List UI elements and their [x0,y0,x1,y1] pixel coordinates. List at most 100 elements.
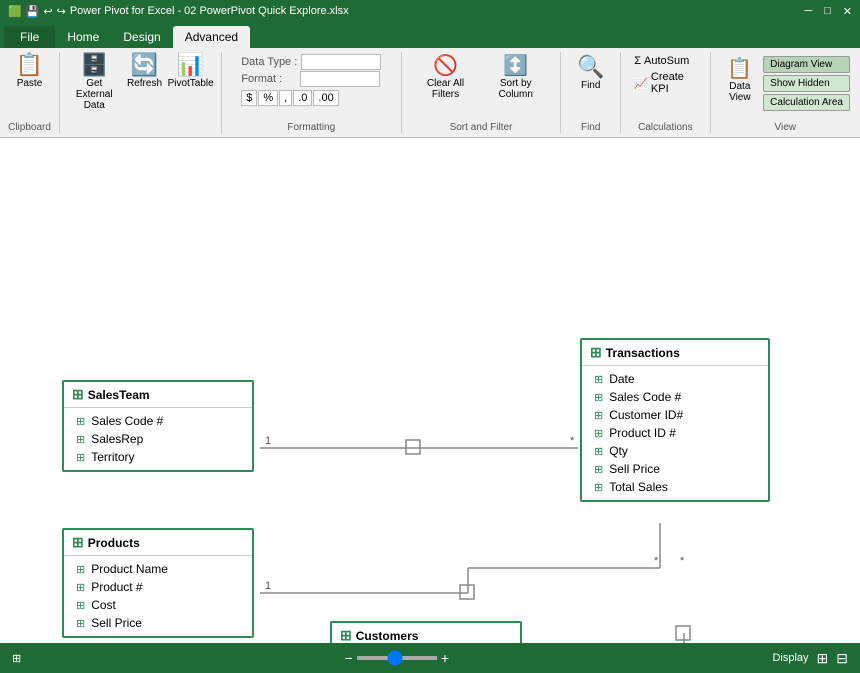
trans-customerid: Customer ID# [609,408,683,422]
paste-icon: 📋 [16,54,43,76]
clear-all-filters-button[interactable]: 🚫 Clear All Filters [412,54,479,102]
trans-productid: Product ID # [609,426,676,440]
data-type-input[interactable] [301,54,381,70]
products-title: Products [88,536,140,550]
get-external-data-button[interactable]: 🗄️ Get ExternalData [66,52,123,113]
data-type-row: Data Type : [241,54,381,70]
salesteam-field-2: ⊞ SalesRep [64,430,252,448]
svg-text:*: * [654,555,659,567]
currency-button[interactable]: $ [241,90,257,106]
svg-text:1: 1 [265,580,271,592]
show-hidden-button[interactable]: Show Hidden [763,75,850,92]
customers-table[interactable]: ⊞ Customers ⊞ Customers ⊞ Customer ID# [330,621,522,643]
dec-increase-button[interactable]: .0 [293,90,312,106]
sort-filter-buttons: 🚫 Clear All Filters ↕️ Sort by Column [408,52,554,104]
external-data-icon: 🗄️ [81,54,108,76]
zoom-slider[interactable] [357,656,437,660]
find-label: Find [581,80,600,91]
pivottable-button[interactable]: 📊 PivotTable [167,52,215,91]
ribbon-group-clipboard: 📋 Paste Clipboard [0,52,60,133]
customers-title: Customers [356,629,419,643]
format-input[interactable] [300,71,380,87]
ribbon-group-external: 🗄️ Get ExternalData 🔄 Refresh 📊 PivotTab… [60,52,222,133]
view-label: View [775,120,797,133]
trans-field-qty: ⊞ Qty [582,442,768,460]
percent-button[interactable]: % [258,90,278,106]
diagram-canvas: 1 * 1 * * 1 ⊞ SalesTeam ⊞ Sales Code # [0,138,860,643]
quick-access-save[interactable]: 💾 [26,5,40,18]
find-button[interactable]: 🔍 Find [571,54,611,93]
format-row: Format : [241,71,381,87]
quick-access-undo[interactable]: ↩ [43,5,52,18]
create-kpi-button[interactable]: 📈 Create KPI [631,70,699,96]
kpi-icon: 📈 [634,77,648,90]
products-field-number: Product # [91,580,142,594]
products-field-4: ⊞ Sell Price [64,614,252,632]
pivottable-label: PivotTable [168,78,214,89]
paste-button[interactable]: 📋 Paste [10,52,50,91]
data-view-label: Data View [725,81,756,103]
ribbon-tabs: File Home Design Advanced [0,22,860,48]
status-right: Display ⊞ ⊟ [772,650,848,667]
title-icons: 🟩 💾 ↩ ↪ Power Pivot for Excel - 02 Power… [8,5,349,18]
svg-text:*: * [680,555,685,567]
tab-home[interactable]: Home [55,26,111,48]
trans-field-salescode: ⊞ Sales Code # [582,388,768,406]
autosum-button[interactable]: Σ AutoSum [631,54,699,68]
status-layout-icon[interactable]: ⊟ [836,650,848,667]
trans-qty: Qty [609,444,628,458]
products-header: ⊞ Products [64,530,252,556]
clipboard-label: Clipboard [8,120,51,133]
tab-design[interactable]: Design [111,26,172,48]
trans-field-sellprice: ⊞ Sell Price [582,460,768,478]
transactions-table-icon: ⊞ [590,344,602,361]
tab-file[interactable]: File [4,26,55,48]
find-section: 🔍 Find [565,52,617,95]
data-type-label: Data Type : [241,56,297,68]
salesteam-table[interactable]: ⊞ SalesTeam ⊞ Sales Code # ⊞ SalesRep ⊞ … [62,380,254,472]
svg-text:*: * [570,435,575,447]
ribbon: 📋 Paste Clipboard 🗄️ Get ExternalData 🔄 … [0,48,860,138]
sort-icon: ↕️ [503,56,528,76]
refresh-button[interactable]: 🔄 Refresh [125,52,165,91]
kpi-label: Create KPI [651,71,697,95]
salesteam-field-territory: Territory [91,450,134,464]
pivottable-icon: 📊 [177,54,204,76]
clipboard-buttons: 📋 Paste [10,52,50,120]
products-table[interactable]: ⊞ Products ⊞ Product Name ⊞ Product # ⊞ … [62,528,254,638]
status-left: ⊞ [12,652,21,665]
format-label: Format : [241,73,296,85]
data-view-button[interactable]: 📋 Data View [721,54,760,105]
products-table-icon: ⊞ [72,534,84,551]
calculation-area-button[interactable]: Calculation Area [763,94,850,111]
field-icon-2: ⊞ [76,433,85,446]
status-center: − + [345,650,449,666]
salesteam-field-3: ⊞ Territory [64,448,252,466]
status-left-icon: ⊞ [12,653,21,665]
diagram-view-button[interactable]: Diagram View [763,56,850,73]
salesteam-field-salesrep: SalesRep [91,432,143,446]
products-field-2: ⊞ Product # [64,578,252,596]
zoom-plus-button[interactable]: + [441,650,449,666]
close-button[interactable]: ✕ [843,5,852,18]
dec-decrease-button[interactable]: .00 [313,90,338,106]
salesteam-header: ⊞ SalesTeam [64,382,252,408]
status-bar: ⊞ − + Display ⊞ ⊟ [0,643,860,673]
tab-advanced[interactable]: Advanced [173,26,250,48]
sort-by-column-button[interactable]: ↕️ Sort by Column [481,54,550,102]
quick-access-redo[interactable]: ↪ [57,5,66,18]
trans-salescode: Sales Code # [609,390,681,404]
zoom-minus-button[interactable]: − [345,650,353,666]
sort-label: Sort by Column [485,78,546,100]
maximize-button[interactable]: □ [824,5,831,18]
refresh-label: Refresh [127,78,162,89]
display-label: Display [772,652,808,664]
ribbon-group-calculations: Σ AutoSum 📈 Create KPI Calculations [621,52,710,133]
find-group-label: Find [581,120,600,133]
comma-button[interactable]: , [279,90,292,106]
status-grid-icon[interactable]: ⊞ [817,650,829,667]
products-field-name: Product Name [91,562,168,576]
minimize-button[interactable]: ─ [804,5,812,18]
salesteam-field-1: ⊞ Sales Code # [64,412,252,430]
transactions-table[interactable]: ⊞ Transactions ⊞ Date ⊞ Sales Code # ⊞ C… [580,338,770,502]
